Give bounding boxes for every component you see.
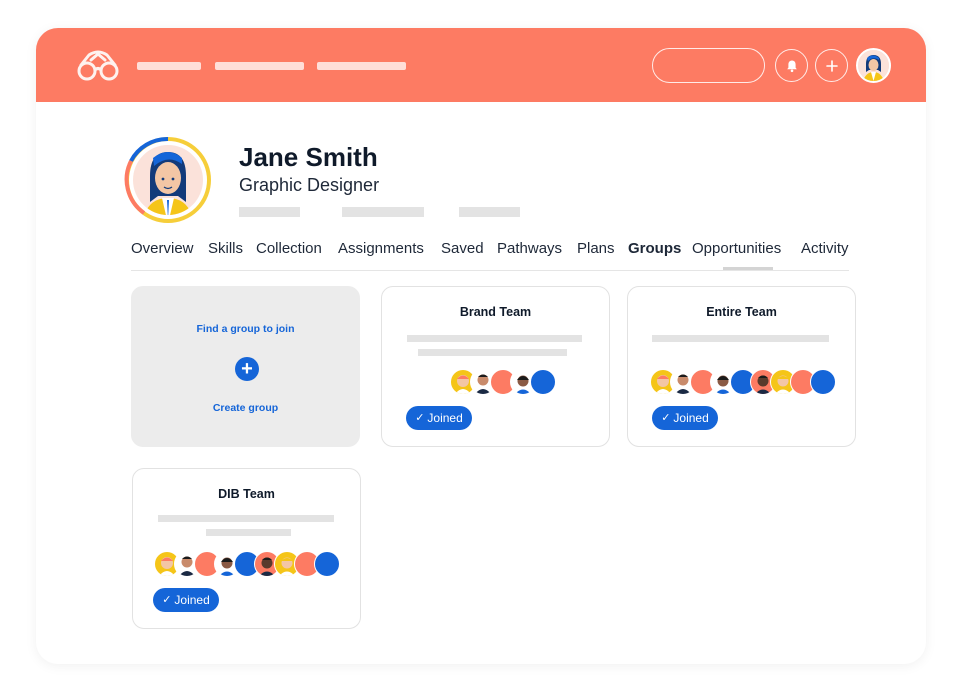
profile-meta-placeholder-2	[342, 207, 424, 217]
profile-meta-placeholder-3	[459, 207, 520, 217]
group-description-placeholder	[206, 529, 291, 536]
tab-collection[interactable]: Collection	[256, 240, 322, 257]
group-title: Brand Team	[459, 305, 532, 319]
profile-role: Graphic Designer	[239, 175, 380, 195]
search-input[interactable]	[652, 48, 765, 83]
find-group-card: Find a group to join + Create group	[131, 286, 360, 447]
group-description-placeholder	[652, 335, 829, 342]
glasses-icon[interactable]	[76, 50, 120, 82]
nav-placeholder-3[interactable]	[317, 62, 406, 70]
profile-name: Jane Smith	[239, 142, 378, 172]
tab-overview[interactable]: Overview	[131, 240, 194, 257]
tab-plans[interactable]: Plans	[577, 240, 615, 257]
tab-assignments[interactable]: Assignments	[338, 240, 424, 257]
group-title: DIB Team	[218, 487, 275, 501]
profile-tabs: Overview Skills Collection Assignments S…	[131, 240, 849, 271]
find-group-link[interactable]: Find a group to join	[132, 323, 359, 335]
top-bar	[36, 28, 926, 102]
check-icon: ✓	[415, 411, 425, 424]
joined-badge[interactable]: ✓ Joined	[406, 406, 472, 430]
active-tab-indicator	[723, 267, 773, 270]
member-avatar	[530, 369, 556, 395]
joined-badge[interactable]: ✓ Joined	[153, 588, 219, 612]
check-icon: ✓	[661, 411, 671, 424]
joined-label: Joined	[174, 593, 210, 607]
member-avatar	[314, 551, 340, 577]
bell-icon	[786, 60, 797, 72]
member-avatars	[650, 369, 840, 395]
joined-label: Joined	[427, 411, 463, 425]
notifications-button[interactable]	[775, 49, 808, 82]
tab-activity[interactable]: Activity	[801, 240, 849, 257]
avatar-illustration	[858, 50, 889, 81]
check-icon: ✓	[162, 593, 172, 606]
add-button[interactable]	[815, 49, 848, 82]
group-title: Entire Team	[706, 305, 777, 319]
create-group-button[interactable]: +	[235, 357, 259, 381]
group-description-placeholder	[158, 515, 334, 522]
create-group-link[interactable]: Create group	[132, 402, 359, 414]
joined-badge[interactable]: ✓ Joined	[652, 406, 718, 430]
tab-opportunities[interactable]: Opportunities	[692, 240, 781, 257]
tab-groups[interactable]: Groups	[628, 240, 681, 257]
group-card[interactable]: Entire Team ✓ Joined	[627, 286, 856, 447]
member-avatars	[450, 369, 560, 395]
plus-icon	[825, 59, 838, 72]
nav-placeholder-2[interactable]	[215, 62, 304, 70]
group-description-placeholder	[418, 349, 567, 356]
plus-icon: +	[241, 358, 253, 380]
nav-placeholder-1[interactable]	[137, 62, 201, 70]
tab-skills[interactable]: Skills	[208, 240, 243, 257]
tab-saved[interactable]: Saved	[441, 240, 484, 257]
user-avatar[interactable]	[856, 48, 891, 83]
member-avatar	[810, 369, 836, 395]
group-card[interactable]: Brand Team ✓ Joined	[381, 286, 610, 447]
app-window: Jane Smith Graphic Designer Overview Ski…	[36, 28, 926, 664]
group-description-placeholder	[407, 335, 582, 342]
member-avatars	[154, 551, 344, 577]
group-card[interactable]: DIB Team ✓ Joined	[132, 468, 361, 629]
joined-label: Joined	[673, 411, 709, 425]
profile-meta-placeholder-1	[239, 207, 300, 217]
tab-pathways[interactable]: Pathways	[497, 240, 562, 257]
profile-avatar[interactable]	[124, 136, 212, 224]
